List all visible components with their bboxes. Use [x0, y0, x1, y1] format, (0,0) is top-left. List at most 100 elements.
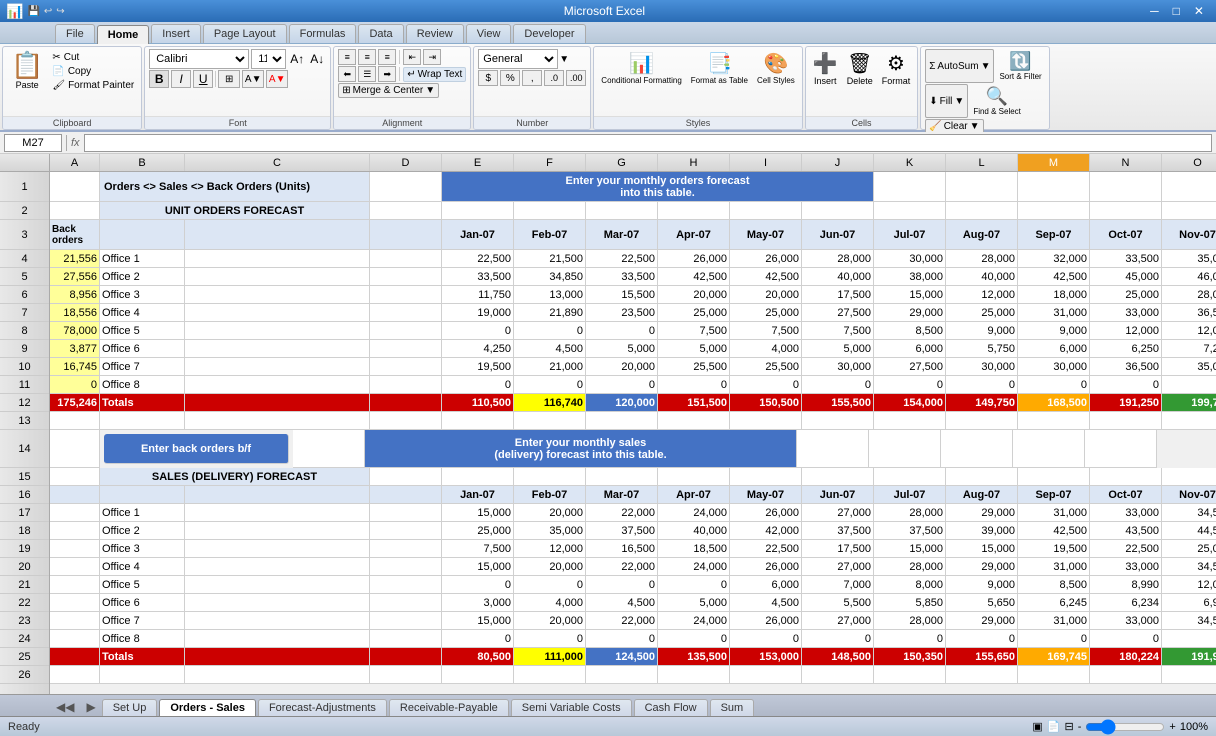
tab-view[interactable]: View: [466, 24, 512, 43]
cell[interactable]: 35,000: [1162, 250, 1216, 268]
cell[interactable]: 0: [730, 376, 802, 394]
wrap-text-button[interactable]: ↵ Wrap Text: [403, 67, 466, 82]
format-cells-button[interactable]: ⚙ Format: [879, 49, 914, 88]
cell[interactable]: 0: [586, 630, 658, 648]
cell[interactable]: 7,250: [1162, 340, 1216, 358]
cell[interactable]: 0: [802, 630, 874, 648]
cell[interactable]: 0: [946, 630, 1018, 648]
cell[interactable]: 6,250: [1090, 340, 1162, 358]
minimize-btn[interactable]: ─: [1144, 4, 1165, 18]
format-painter-button[interactable]: 🖌 Format Painter: [49, 79, 137, 92]
cell[interactable]: [185, 376, 370, 394]
cell-empty[interactable]: [514, 468, 586, 486]
cell-office-name[interactable]: Office 5: [100, 576, 185, 594]
cell[interactable]: 23,500: [586, 304, 658, 322]
fill-color-button[interactable]: A▼: [242, 70, 264, 88]
cell[interactable]: [370, 412, 442, 430]
cell[interactable]: 27,000: [802, 504, 874, 522]
cell[interactable]: 5,750: [946, 340, 1018, 358]
cell-total[interactable]: 150,350: [874, 648, 946, 666]
cell[interactable]: 20,000: [658, 286, 730, 304]
cell-I3[interactable]: May-07: [730, 220, 802, 250]
cell[interactable]: 0: [442, 322, 514, 340]
cell[interactable]: [370, 612, 442, 630]
cell[interactable]: 5,000: [658, 594, 730, 612]
cell[interactable]: 6,245: [1018, 594, 1090, 612]
tab-data[interactable]: Data: [358, 24, 403, 43]
cell-empty[interactable]: [586, 468, 658, 486]
cell[interactable]: 199,750: [1162, 394, 1216, 412]
cell[interactable]: [185, 576, 370, 594]
cell[interactable]: Office 7: [100, 358, 185, 376]
cell-empty[interactable]: [941, 430, 1013, 468]
cell[interactable]: 5,650: [946, 594, 1018, 612]
cell-office-name[interactable]: Office 7: [100, 612, 185, 630]
row-header-21[interactable]: 21: [0, 576, 49, 594]
cell[interactable]: 175,246: [50, 394, 100, 412]
cell[interactable]: 13,000: [514, 286, 586, 304]
autosum-button[interactable]: Σ AutoSum ▼: [925, 49, 994, 83]
cell[interactable]: 0: [658, 576, 730, 594]
row-header-5[interactable]: 5: [0, 268, 49, 286]
cell[interactable]: 5,000: [658, 340, 730, 358]
align-left-btn[interactable]: ⬅: [338, 66, 356, 82]
decrease-indent-btn[interactable]: ⇤: [403, 49, 421, 65]
cell[interactable]: [370, 304, 442, 322]
cell[interactable]: [185, 358, 370, 376]
cell[interactable]: 0: [586, 376, 658, 394]
cell[interactable]: 3,000: [442, 594, 514, 612]
cell-empty[interactable]: [1090, 468, 1162, 486]
col-header-J[interactable]: J: [802, 154, 874, 171]
cell[interactable]: 40,000: [946, 268, 1018, 286]
cell[interactable]: [658, 666, 730, 684]
cell[interactable]: 29,000: [874, 304, 946, 322]
cell[interactable]: 0: [802, 376, 874, 394]
cell[interactable]: 26,000: [658, 250, 730, 268]
cell[interactable]: [370, 594, 442, 612]
cell[interactable]: 25,000: [730, 304, 802, 322]
cell-H2[interactable]: [658, 202, 730, 220]
cell[interactable]: [185, 630, 370, 648]
number-format-selector[interactable]: General: [478, 49, 558, 69]
col-header-16-6[interactable]: Mar-07: [586, 486, 658, 504]
cell-total[interactable]: [50, 648, 100, 666]
cell-office-name[interactable]: Office 3: [100, 540, 185, 558]
cell[interactable]: 6,000: [730, 576, 802, 594]
cell[interactable]: 28,000: [874, 612, 946, 630]
cell[interactable]: 31,000: [1018, 612, 1090, 630]
cell-A1[interactable]: [50, 172, 100, 202]
col-header-16-0[interactable]: [50, 486, 100, 504]
cell[interactable]: [185, 540, 370, 558]
cell-N3[interactable]: Oct-07: [1090, 220, 1162, 250]
cell-empty[interactable]: [658, 468, 730, 486]
cell-K2[interactable]: [874, 202, 946, 220]
cell[interactable]: [370, 268, 442, 286]
cell[interactable]: 116,740: [514, 394, 586, 412]
page-layout-btn[interactable]: 📄: [1047, 720, 1061, 733]
sort-filter-button[interactable]: 🔃 Sort & Filter: [996, 49, 1044, 83]
quick-save[interactable]: 💾: [27, 6, 39, 17]
cell[interactable]: 22,500: [442, 250, 514, 268]
cell[interactable]: [370, 558, 442, 576]
cell[interactable]: 150,500: [730, 394, 802, 412]
cell[interactable]: 17,500: [802, 286, 874, 304]
col-header-16-5[interactable]: Feb-07: [514, 486, 586, 504]
col-header-16-1[interactable]: [100, 486, 185, 504]
zoom-slider[interactable]: [1085, 720, 1165, 734]
cell[interactable]: [185, 304, 370, 322]
cell[interactable]: 26,000: [730, 504, 802, 522]
cell[interactable]: 20,000: [730, 286, 802, 304]
row-header-18[interactable]: 18: [0, 522, 49, 540]
cell[interactable]: 24,000: [658, 612, 730, 630]
row-header-11[interactable]: 11: [0, 376, 49, 394]
comma-btn[interactable]: ,: [522, 70, 542, 86]
col-header-K[interactable]: K: [874, 154, 946, 171]
cell[interactable]: 27,556: [50, 268, 100, 286]
cell[interactable]: 30,000: [874, 250, 946, 268]
cell[interactable]: [658, 412, 730, 430]
cell[interactable]: 29,000: [946, 612, 1018, 630]
col-header-16-11[interactable]: Aug-07: [946, 486, 1018, 504]
row-header-22[interactable]: 22: [0, 594, 49, 612]
cell[interactable]: 0: [1162, 630, 1216, 648]
cell[interactable]: 28,000: [874, 504, 946, 522]
